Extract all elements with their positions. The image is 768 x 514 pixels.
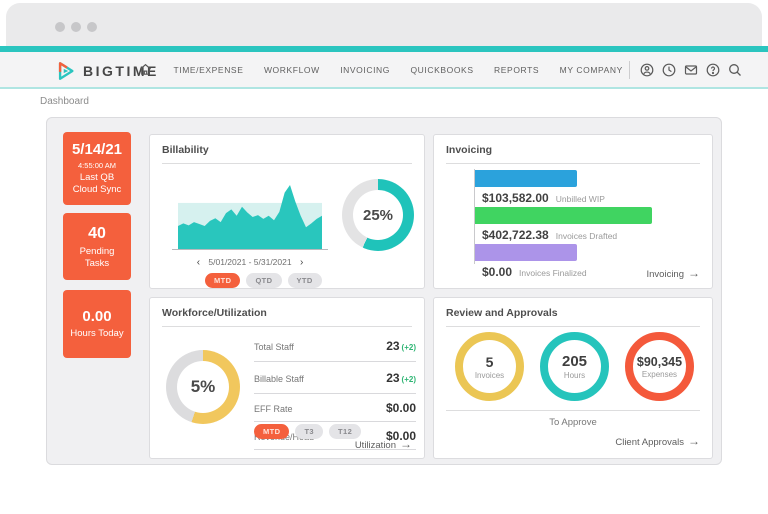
nav-my-company[interactable]: MY COMPANY (560, 65, 623, 75)
filter-mtd[interactable]: MTD (205, 273, 240, 288)
row-value: $0.00 (386, 401, 416, 415)
browser-chrome (6, 3, 762, 46)
bar-invoices-finalized (475, 244, 577, 261)
chart-baseline (172, 249, 328, 250)
user-icon[interactable] (640, 63, 654, 77)
ring-label: Invoices (475, 371, 504, 380)
kpi-last-qb-sync: 5/14/21 4:55:00 AM Last QBCloud Sync (63, 132, 131, 205)
kpi-value: 0.00 (65, 308, 129, 327)
nav-time-expense[interactable]: TIME/EXPENSE (173, 65, 243, 75)
workforce-percent: 5% (191, 377, 216, 397)
expenses-ring: $90,345 Expenses (625, 332, 694, 401)
kpi-label-line1: Last QB (80, 172, 114, 183)
workforce-panel: Workforce/Utilization 5% Total Staff 23(… (149, 297, 425, 459)
bar-label: Unbilled WIP (556, 194, 605, 204)
kpi-label-line2: Tasks (85, 258, 109, 269)
kpi-label-line1: Hours Today (70, 328, 123, 339)
clock-icon[interactable] (662, 63, 676, 77)
workforce-filters: MTD T3 T12 (254, 424, 361, 439)
filter-ytd[interactable]: YTD (288, 273, 322, 288)
kpi-value: 40 (65, 224, 129, 244)
bar-value: $103,582.00 (482, 191, 549, 205)
nav-quickbooks[interactable]: QUICKBOOKS (410, 65, 473, 75)
next-arrow[interactable]: › (294, 257, 309, 268)
bar-label: Invoices Finalized (519, 268, 587, 278)
ring-value: 5 (486, 354, 494, 370)
window-dot (71, 22, 81, 32)
bar-unbilled-wip (475, 170, 577, 187)
kpi-label-line2: Cloud Sync (73, 184, 122, 195)
invoicing-link[interactable]: Invoicing→ (647, 266, 701, 280)
bar-invoices-drafted (475, 207, 652, 224)
bigtime-logo-icon (56, 60, 76, 82)
row-value: 23 (386, 371, 399, 385)
kpi-value: 5/14/21 (65, 141, 129, 160)
row-value: 23 (386, 339, 399, 353)
arrow-icon: → (688, 434, 700, 448)
mail-icon[interactable] (684, 63, 698, 77)
main-nav: TIME/EXPENSE WORKFLOW INVOICING QUICKBOO… (138, 52, 623, 87)
table-row: Billable Staff 23(+2) (254, 362, 416, 394)
table-row: EFF Rate $0.00 (254, 394, 416, 422)
billability-panel: Billability ‹ 5/01/2021 - 5/31/2021 › MT… (149, 134, 425, 289)
row-label: Total Staff (254, 342, 294, 352)
header-icons (640, 52, 742, 87)
row-label: Billable Staff (254, 374, 304, 384)
billability-filters: MTD QTD YTD (205, 273, 322, 288)
home-icon[interactable] (138, 62, 153, 77)
table-row: Total Staff 23(+2) (254, 330, 416, 362)
row-delta: (+2) (402, 343, 416, 352)
date-range-nav: ‹ 5/01/2021 - 5/31/2021 › (155, 257, 345, 268)
bar-value: $0.00 (482, 265, 512, 279)
search-icon[interactable] (728, 63, 742, 77)
row-delta: (+2) (402, 375, 416, 384)
breadcrumb: Dashboard (40, 96, 89, 107)
kpi-label-line1: Pending (80, 246, 115, 257)
utilization-link[interactable]: Utilization→ (355, 437, 412, 451)
prev-arrow[interactable]: ‹ (191, 257, 206, 268)
window-dot (55, 22, 65, 32)
window-dot (87, 22, 97, 32)
bar-value: $402,722.38 (482, 228, 549, 242)
filter-mtd[interactable]: MTD (254, 424, 289, 439)
panel-title: Billability (162, 144, 412, 164)
date-range-label: 5/01/2021 - 5/31/2021 (208, 257, 291, 267)
help-icon[interactable] (706, 63, 720, 77)
panel-title: Review and Approvals (446, 307, 700, 327)
bar-label: Invoices Drafted (556, 231, 617, 241)
ring-label: Expenses (642, 370, 677, 379)
panel-title: Workforce/Utilization (162, 307, 412, 327)
kpi-pending-tasks: 40 PendingTasks (63, 213, 131, 280)
kpi-time: 4:55:00 AM (65, 161, 129, 170)
filter-t3[interactable]: T3 (295, 424, 323, 439)
row-label: EFF Rate (254, 404, 293, 414)
filter-qtd[interactable]: QTD (246, 273, 281, 288)
nav-reports[interactable]: REPORTS (494, 65, 539, 75)
ring-value: $90,345 (637, 355, 682, 369)
hours-ring: 205 Hours (540, 332, 609, 401)
ring-label: Hours (564, 371, 585, 380)
nav-invoicing[interactable]: INVOICING (340, 65, 390, 75)
dashboard-container: 5/14/21 4:55:00 AM Last QBCloud Sync 40 … (46, 117, 722, 465)
arrow-icon: → (688, 266, 700, 280)
bigtime-dashboard: BIGTIME TIME/EXPENSE WORKFLOW INVOICING … (0, 0, 768, 514)
divider (446, 410, 700, 411)
header-divider (629, 61, 630, 79)
kpi-hours-today: 0.00 Hours Today (63, 290, 131, 358)
client-approvals-link[interactable]: Client Approvals→ (615, 434, 700, 448)
review-approvals-panel: Review and Approvals 5 Invoices 205 Hour… (433, 297, 713, 459)
billability-donut: 25% (342, 179, 414, 251)
invoices-ring: 5 Invoices (455, 332, 524, 401)
billability-percent: 25% (363, 207, 393, 224)
invoicing-panel: Invoicing $103,582.00Unbilled WIP $402,7… (433, 134, 713, 289)
arrow-icon: → (400, 437, 412, 451)
to-approve-caption: To Approve (434, 417, 712, 428)
nav-workflow[interactable]: WORKFLOW (264, 65, 320, 75)
app-header: BIGTIME TIME/EXPENSE WORKFLOW INVOICING … (0, 52, 768, 89)
ring-value: 205 (562, 353, 587, 370)
workforce-donut: 5% (166, 350, 240, 424)
billability-area-chart (178, 185, 322, 249)
